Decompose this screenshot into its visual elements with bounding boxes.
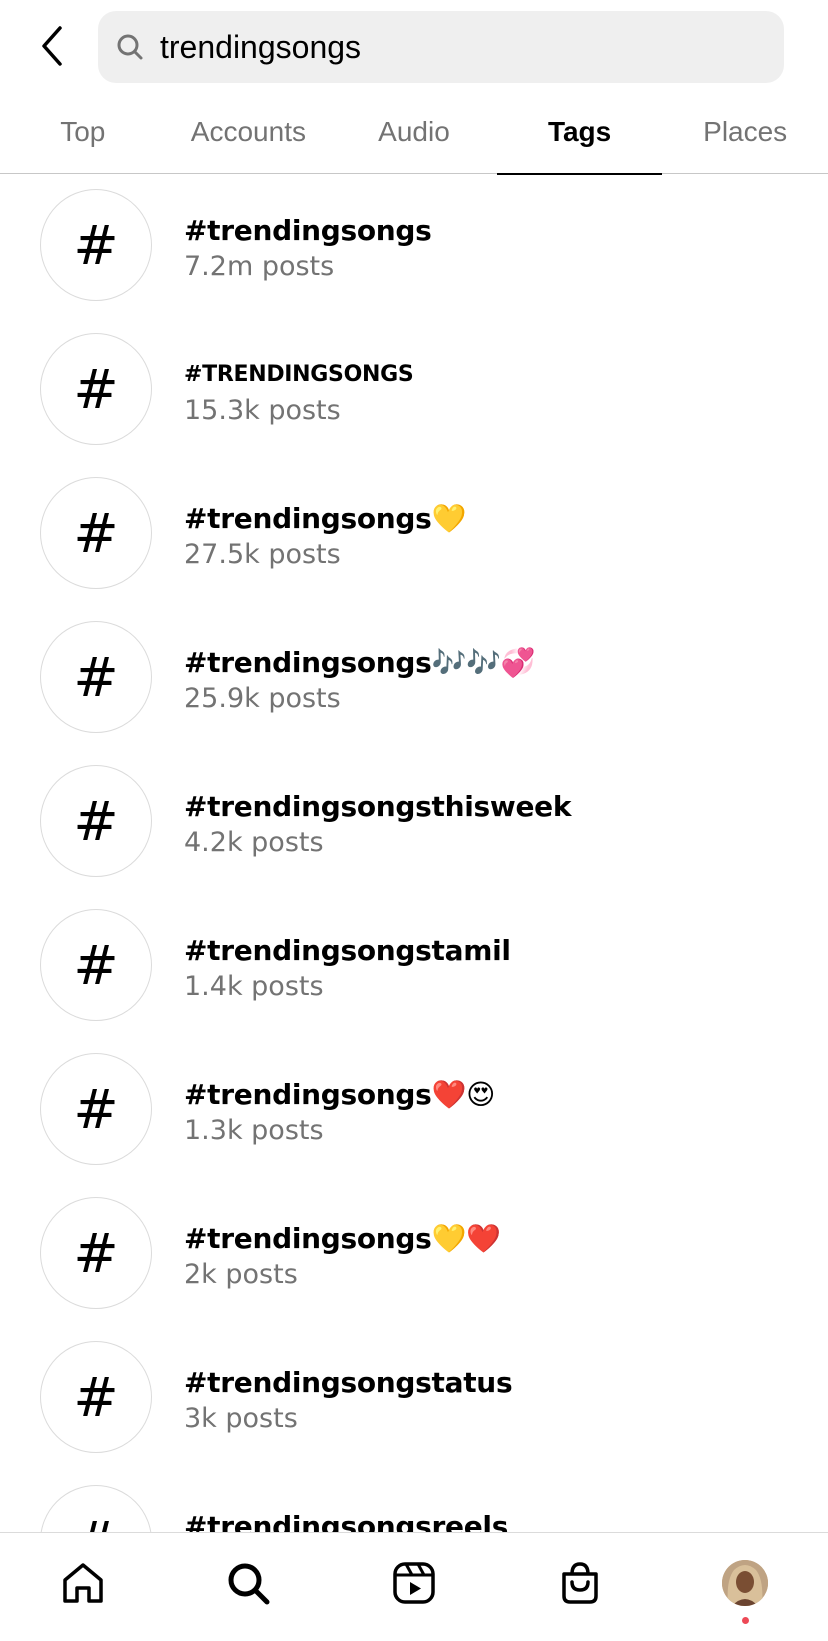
nav-home[interactable] (0, 1533, 166, 1633)
tag-result-row[interactable]: # #trendingsongstatus 3k posts (0, 1326, 828, 1470)
tag-result-row[interactable]: # #trendingsongs💛 27.5k posts (0, 462, 828, 606)
tag-name: #trendingsongsreels (184, 1510, 509, 1532)
hashtag-icon: # (40, 1053, 152, 1165)
tag-result-row[interactable]: # #trendingsongs🎶🎶💞 25.9k posts (0, 606, 828, 750)
tag-post-count: 2k posts (184, 1259, 298, 1290)
search-tabs: Top Accounts Audio Tags Places (0, 100, 828, 175)
search-input[interactable] (160, 28, 740, 66)
shop-icon (561, 1562, 598, 1604)
nav-reels[interactable] (331, 1533, 497, 1633)
tag-post-count: 27.5k posts (184, 539, 341, 570)
hashtag-icon: # (40, 1485, 152, 1532)
tag-result-row[interactable]: # #trendingsongs 7.2m posts (0, 174, 828, 318)
tag-result-row[interactable]: # #trendingsongstamil 1.4k posts (0, 894, 828, 1038)
tag-name: #trendingsongs (184, 214, 432, 247)
tab-top[interactable]: Top (0, 100, 166, 174)
hashtag-icon: # (40, 621, 152, 733)
hashtag-icon: # (40, 477, 152, 589)
home-icon (63, 1563, 103, 1603)
tag-name: #TRENDINGSONGS (184, 362, 414, 387)
top-bar (0, 0, 828, 94)
chevron-left-icon (42, 26, 62, 66)
reels-icon (393, 1562, 435, 1604)
hashtag-icon: # (40, 1341, 152, 1453)
tab-tags[interactable]: Tags (496, 100, 663, 175)
profile-avatar (722, 1560, 769, 1606)
tag-name: #trendingsongstamil (184, 934, 511, 967)
hashtag-icon: # (40, 189, 152, 301)
tag-post-count: 3k posts (184, 1403, 298, 1434)
hashtag-icon: # (40, 765, 152, 877)
nav-shop[interactable] (497, 1533, 663, 1633)
tag-post-count: 1.3k posts (184, 1115, 324, 1146)
tag-result-row[interactable]: # #trendingsongs❤️😍 1.3k posts (0, 1038, 828, 1182)
tag-result-row[interactable]: # #trendingsongsreels (0, 1470, 828, 1532)
tag-post-count: 7.2m posts (184, 251, 335, 282)
tag-post-count: 25.9k posts (184, 683, 341, 714)
search-icon (116, 32, 146, 62)
tag-name: #trendingsongs💛❤️ (184, 1222, 501, 1255)
hashtag-icon: # (40, 1197, 152, 1309)
tag-post-count: 15.3k posts (184, 395, 341, 426)
tag-result-row[interactable]: # #TRENDINGSONGS 15.3k posts (0, 318, 828, 462)
tag-name: #trendingsongs❤️😍 (184, 1078, 495, 1111)
search-bar[interactable] (98, 11, 784, 83)
hashtag-icon: # (40, 333, 152, 445)
bottom-nav (0, 1532, 828, 1641)
tab-accounts[interactable]: Accounts (166, 100, 332, 174)
tag-result-row[interactable]: # #trendingsongs💛❤️ 2k posts (0, 1182, 828, 1326)
tab-audio[interactable]: Audio (331, 100, 497, 174)
tag-post-count: 4.2k posts (184, 827, 324, 858)
back-button[interactable] (30, 22, 74, 70)
notification-dot (742, 1617, 750, 1624)
tab-places[interactable]: Places (662, 100, 828, 174)
tag-result-row[interactable]: # #trendingsongsthisweek 4.2k posts (0, 750, 828, 894)
tag-name: #trendingsongs🎶🎶💞 (184, 646, 536, 679)
tag-name: #trendingsongstatus (184, 1366, 513, 1399)
tag-results-list: # #trendingsongs 7.2m posts # #TRENDINGS… (0, 174, 828, 1532)
search-icon (228, 1563, 270, 1605)
hashtag-icon: # (40, 909, 152, 1021)
nav-search[interactable] (166, 1533, 332, 1633)
tag-name: #trendingsongs💛 (184, 502, 467, 535)
nav-profile[interactable] (662, 1533, 828, 1633)
tag-post-count: 1.4k posts (184, 971, 324, 1002)
tag-name: #trendingsongsthisweek (184, 790, 572, 823)
